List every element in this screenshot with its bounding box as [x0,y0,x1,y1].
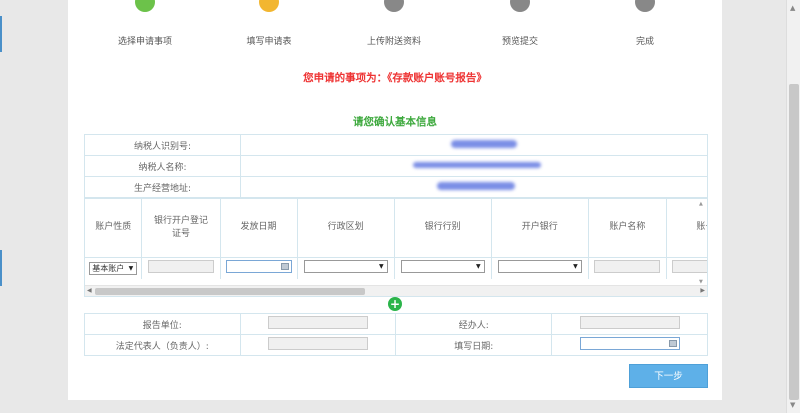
col-header: 开户银行 [491,199,589,258]
step-complete-icon [135,0,155,12]
scroll-up-icon[interactable]: ▲ [790,4,795,12]
step-pending-icon [510,0,530,12]
address-label: 生产经营地址: [84,176,241,198]
table-row: 基本账户 ▼ ▼ ▼ ▼ [85,257,707,279]
issue-date-input[interactable] [225,260,292,274]
redacted-value [451,139,517,148]
application-notice: 您申请的事项为：《存款账户账号报告》 [303,72,487,84]
account-name-cell [588,257,667,279]
report-footer-table: 报告单位: 经办人: 法定代表人（负责人）: 填写日期: [84,313,708,356]
bank-type-select[interactable]: ▼ [400,260,485,274]
step-pending-icon [384,0,404,12]
section-title: 请您确认基本信息 [353,116,437,128]
taxpayer-id-label: 纳税人识别号: [84,134,241,156]
reporting-unit-label: 报告单位: [84,313,241,335]
reporting-unit-input[interactable] [268,316,369,329]
col-header: 行政区划 [297,199,395,258]
step-label: 预览提交 [501,37,538,47]
account-grid: 账户性质 银行开户登记证号 发放日期 行政区划 银行行别 开户银行 账户名称 账… [84,198,708,297]
step-label: 上传附送资料 [366,37,421,47]
step-label: 填写申请表 [246,37,292,47]
chevron-down-icon: ▼ [128,264,134,272]
fill-date-cell [551,334,708,356]
next-step-button[interactable]: 下一步 [629,364,708,388]
bank-reg-input[interactable] [148,260,214,274]
step-pending-icon [635,0,655,12]
reporting-unit-cell [239,313,397,335]
legal-rep-input[interactable] [268,337,369,350]
scroll-thumb[interactable] [95,288,365,295]
col-header: 发放日期 [220,199,298,258]
scroll-right-icon[interactable]: ▶ [700,287,705,294]
add-row-button[interactable]: + [388,297,402,311]
chevron-down-icon: ▼ [573,263,578,271]
handler-input[interactable] [579,316,680,329]
address-value [240,176,708,198]
legal-rep-cell [239,334,397,356]
issue-date-cell [220,257,298,279]
col-header: 账户名称 [588,199,667,258]
taxpayer-name-label: 纳税人名称: [84,155,241,177]
calendar-icon[interactable] [668,340,677,347]
district-select[interactable]: ▼ [303,260,388,274]
horizontal-scrollbar[interactable]: ◀ ▶ [85,285,707,296]
bank-select[interactable]: ▼ [497,260,582,274]
bank-reg-cell [141,257,221,279]
district-cell: ▼ [297,257,395,279]
bank-type-cell: ▼ [394,257,492,279]
left-edge-accent [0,16,2,52]
form-panel: 选择申请事项 填写申请表 上传附送资料 预览提交 完成 您申请的事项为：《存款账… [68,0,722,400]
account-type-select[interactable]: 基本账户 ▼ [89,261,138,275]
taxpayer-id-value [240,134,708,156]
col-header: 银行开户登记证号 [141,199,221,258]
col-header: 账户性质 [85,199,143,258]
chevron-down-icon: ▼ [378,263,384,271]
scroll-down-icon[interactable]: ▼ [790,401,795,409]
scroll-up-icon[interactable]: ▲ [699,201,703,207]
progress-steps: 选择申请事项 填写申请表 上传附送资料 预览提交 完成 [68,0,722,50]
account-type-cell: 基本账户 ▼ [85,257,143,279]
left-edge-accent [0,250,2,286]
handler-label: 经办人: [395,313,553,335]
legal-rep-label: 法定代表人（负责人）: [84,334,241,356]
redacted-value [437,181,515,190]
fill-date-label: 填写日期: [395,334,553,356]
step-current-icon [259,0,279,12]
chevron-down-icon: ▼ [476,263,481,271]
basic-info-table: 纳税人识别号: 纳税人名称: 生产经营地址: [84,134,708,198]
step-label: 完成 [635,37,654,47]
page-scrollbar[interactable]: ▲ ▼ [786,0,800,413]
scroll-left-icon[interactable]: ◀ [87,287,92,294]
fill-date-input[interactable] [579,337,680,350]
calendar-icon[interactable] [280,263,289,271]
bank-cell: ▼ [491,257,589,279]
taxpayer-name-value [240,155,708,177]
handler-cell [551,313,708,335]
col-header: 银行行别 [394,199,492,258]
vertical-scrollbar[interactable]: ▲ ▼ [697,199,707,287]
step-label: 选择申请事项 [117,37,172,47]
redacted-value [413,162,541,168]
account-name-input[interactable] [594,260,661,274]
scroll-thumb[interactable] [789,84,799,400]
